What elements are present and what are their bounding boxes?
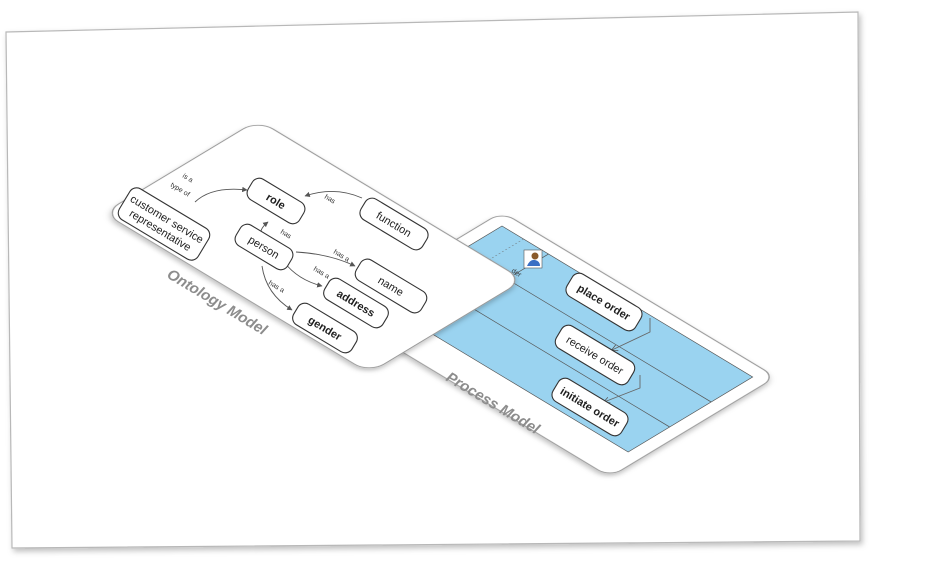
diagram-canvas: der on ac place order receive order init… [5, 11, 861, 549]
person-avatar-icon [523, 249, 543, 269]
